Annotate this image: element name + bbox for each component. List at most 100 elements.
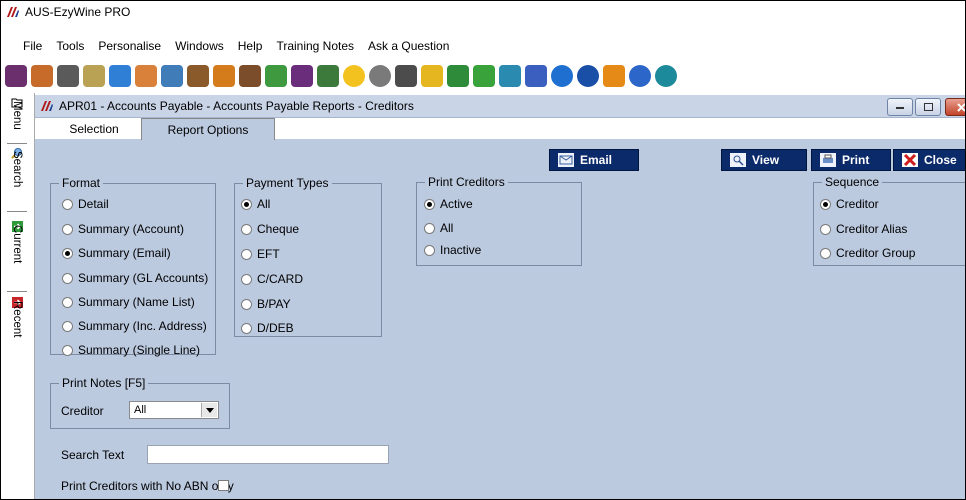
people-icon[interactable] — [135, 65, 157, 87]
payment-types-group-title: Payment Types — [243, 176, 332, 190]
print-creditors-option-inactive[interactable]: Inactive — [424, 243, 481, 257]
radio-button[interactable] — [424, 222, 435, 234]
box-icon[interactable] — [421, 65, 443, 87]
plant-icon[interactable] — [447, 65, 469, 87]
barrel-icon[interactable] — [187, 65, 209, 87]
minimize-icon — [896, 107, 904, 109]
payment-option-cheque[interactable]: Cheque — [241, 222, 299, 236]
dropdown-arrow-icon[interactable] — [201, 403, 217, 417]
stop-icon[interactable] — [395, 65, 417, 87]
radio-button[interactable] — [62, 344, 73, 356]
app-title: AUS-EzyWine PRO — [25, 5, 131, 19]
maximize-button[interactable] — [915, 98, 941, 116]
report-window: APR01 - Accounts Payable - Accounts Paya… — [35, 95, 965, 499]
sequence-option-creditor-alias[interactable]: Creditor Alias — [820, 222, 907, 236]
format-option-detail[interactable]: Detail — [62, 197, 109, 211]
sidebar-divider — [7, 143, 27, 144]
printer-icon[interactable] — [57, 65, 79, 87]
globe-icon[interactable] — [655, 65, 677, 87]
tag-icon[interactable] — [83, 65, 105, 87]
format-option-summary-email[interactable]: Summary (Email) — [62, 246, 171, 260]
payment-option-ccard[interactable]: C/CARD — [241, 272, 303, 286]
radio-button[interactable] — [241, 273, 252, 285]
menu-bar: File Tools Personalise Windows Help Trai… — [1, 35, 458, 57]
gift-icon[interactable] — [499, 65, 521, 87]
pen-icon[interactable] — [161, 65, 183, 87]
format-option-summary-gl-accounts[interactable]: Summary (GL Accounts) — [62, 271, 208, 285]
tab-strip: Selection Report Options — [35, 118, 965, 140]
radio-button[interactable] — [424, 244, 435, 256]
payment-option-bpay[interactable]: B/PAY — [241, 297, 291, 311]
bug-icon[interactable] — [317, 65, 339, 87]
radio-button[interactable] — [62, 247, 73, 259]
menu-file[interactable]: File — [1, 39, 48, 53]
star-icon[interactable] — [343, 65, 365, 87]
sidebar-divider — [7, 211, 27, 212]
radio-button[interactable] — [62, 320, 73, 332]
wine-glass-icon[interactable] — [5, 65, 27, 87]
info-icon[interactable] — [577, 65, 599, 87]
sidebar-item-menu[interactable]: Menu — [8, 97, 26, 130]
format-group: Format Detail Summary (Account) Summary … — [50, 176, 216, 357]
radio-button[interactable] — [820, 198, 831, 210]
radio-button[interactable] — [62, 296, 73, 308]
format-option-summary-account[interactable]: Summary (Account) — [62, 222, 184, 236]
payment-option-ddeb[interactable]: D/DEB — [241, 321, 294, 335]
sidebar-item-recent[interactable]: Recent — [8, 297, 26, 337]
window-close-button[interactable] — [945, 98, 965, 116]
tab-selection[interactable]: Selection — [49, 118, 139, 139]
menu-ask-a-question[interactable]: Ask a Question — [362, 39, 455, 53]
format-option-summary-name-list[interactable]: Summary (Name List) — [62, 295, 195, 309]
grapes-icon[interactable] — [291, 65, 313, 87]
radio-button[interactable] — [241, 298, 252, 310]
facebook-icon[interactable] — [525, 65, 547, 87]
tab-report-options[interactable]: Report Options — [141, 118, 275, 140]
menu-personalise[interactable]: Personalise — [92, 39, 167, 53]
brush-icon[interactable] — [31, 65, 53, 87]
no-abn-checkbox[interactable] — [218, 480, 229, 491]
email-button[interactable]: Email — [549, 149, 639, 171]
print-creditors-option-active[interactable]: Active — [424, 197, 473, 211]
radio-button[interactable] — [820, 223, 831, 235]
search-text-input[interactable] — [147, 445, 389, 464]
question-icon[interactable] — [629, 65, 651, 87]
radio-button[interactable] — [424, 198, 435, 210]
format-option-summary-single-line[interactable]: Summary (Single Line) — [62, 343, 200, 357]
sidebar-item-current[interactable]: Current — [8, 221, 26, 263]
payment-option-all[interactable]: All — [241, 197, 270, 211]
print-button[interactable]: Print — [811, 149, 891, 171]
radio-button[interactable] — [241, 248, 252, 260]
menu-training-notes[interactable]: Training Notes — [270, 39, 360, 53]
print-creditors-option-all[interactable]: All — [424, 221, 453, 235]
radio-button[interactable] — [241, 322, 252, 334]
radio-button[interactable] — [241, 198, 252, 210]
payment-option-eft[interactable]: EFT — [241, 247, 280, 261]
radio-button[interactable] — [62, 272, 73, 284]
sock-icon[interactable] — [603, 65, 625, 87]
window-logo-icon — [41, 101, 53, 111]
info-circle-icon[interactable] — [551, 65, 573, 87]
sidebar-item-search[interactable]: Search — [8, 147, 26, 187]
sequence-option-creditor-group[interactable]: Creditor Group — [820, 246, 915, 260]
dollar-icon[interactable] — [473, 65, 495, 87]
cocktail-icon[interactable] — [239, 65, 261, 87]
boat-icon[interactable] — [265, 65, 287, 87]
sequence-option-creditor[interactable]: Creditor — [820, 197, 879, 211]
fork-icon[interactable] — [213, 65, 235, 87]
menu-help[interactable]: Help — [232, 39, 269, 53]
radio-button[interactable] — [820, 247, 831, 259]
format-option-summary-inc-address[interactable]: Summary (Inc. Address) — [62, 319, 207, 333]
print-button-label: Print — [842, 153, 870, 167]
close-button[interactable]: Close — [893, 149, 965, 171]
gear-icon[interactable] — [369, 65, 391, 87]
menu-tools[interactable]: Tools — [50, 39, 90, 53]
radio-button[interactable] — [62, 198, 73, 210]
window-icon[interactable] — [109, 65, 131, 87]
view-button[interactable]: View — [721, 149, 807, 171]
radio-button[interactable] — [62, 223, 73, 235]
minimize-button[interactable] — [887, 98, 913, 116]
radio-button[interactable] — [241, 223, 252, 235]
menu-windows[interactable]: Windows — [169, 39, 230, 53]
no-abn-label: Print Creditors with No ABN only — [61, 479, 234, 493]
print-notes-creditor-select[interactable]: All — [129, 401, 219, 419]
